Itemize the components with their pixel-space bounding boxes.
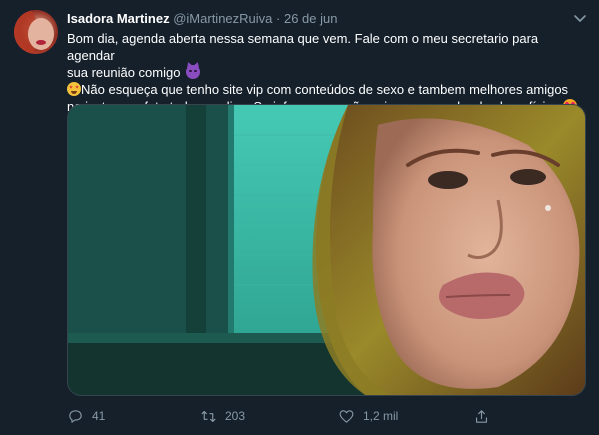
heart-icon (339, 409, 354, 423)
chevron-down-icon[interactable] (572, 10, 588, 26)
star-struck-emoji-icon (67, 82, 81, 96)
tweet-actions: 41 203 1,2 mil (67, 404, 586, 428)
tweet-line: sua reunião comigo (67, 64, 587, 81)
tweet-text: Bom dia, agenda aberta nessa semana que … (67, 30, 587, 115)
author-name[interactable]: Isadora Martinez (67, 11, 170, 26)
avatar-lips (36, 40, 46, 45)
tweet-date[interactable]: 26 de jun (284, 11, 338, 26)
retweet-button[interactable]: 203 (200, 404, 245, 428)
reply-button[interactable]: 41 (67, 404, 105, 428)
tweet-header: Isadora Martinez @iMartinezRuiva · 26 de… (67, 11, 337, 27)
reply-icon (69, 409, 82, 423)
avatar-face (28, 18, 54, 50)
reply-count: 41 (92, 409, 106, 423)
avatar[interactable] (14, 10, 58, 54)
retweet-icon (201, 410, 216, 422)
tweet-card[interactable]: Isadora Martinez @iMartinezRuiva · 26 de… (0, 0, 599, 435)
tweet-line: Bom dia, agenda aberta nessa semana que … (67, 31, 539, 63)
author-handle[interactable]: @iMartinezRuiva (173, 11, 272, 26)
header-separator: · (276, 11, 281, 26)
smiling-imp-emoji-icon (186, 65, 201, 79)
like-button[interactable]: 1,2 mil (338, 404, 398, 428)
tweet-photo[interactable] (67, 104, 586, 396)
tweet-line: Não esqueça que tenho site vip com conte… (67, 81, 587, 98)
share-button[interactable] (473, 404, 490, 428)
share-icon (475, 409, 488, 423)
retweet-count: 203 (225, 409, 246, 423)
photo-image (68, 105, 585, 395)
like-count: 1,2 mil (363, 409, 399, 423)
